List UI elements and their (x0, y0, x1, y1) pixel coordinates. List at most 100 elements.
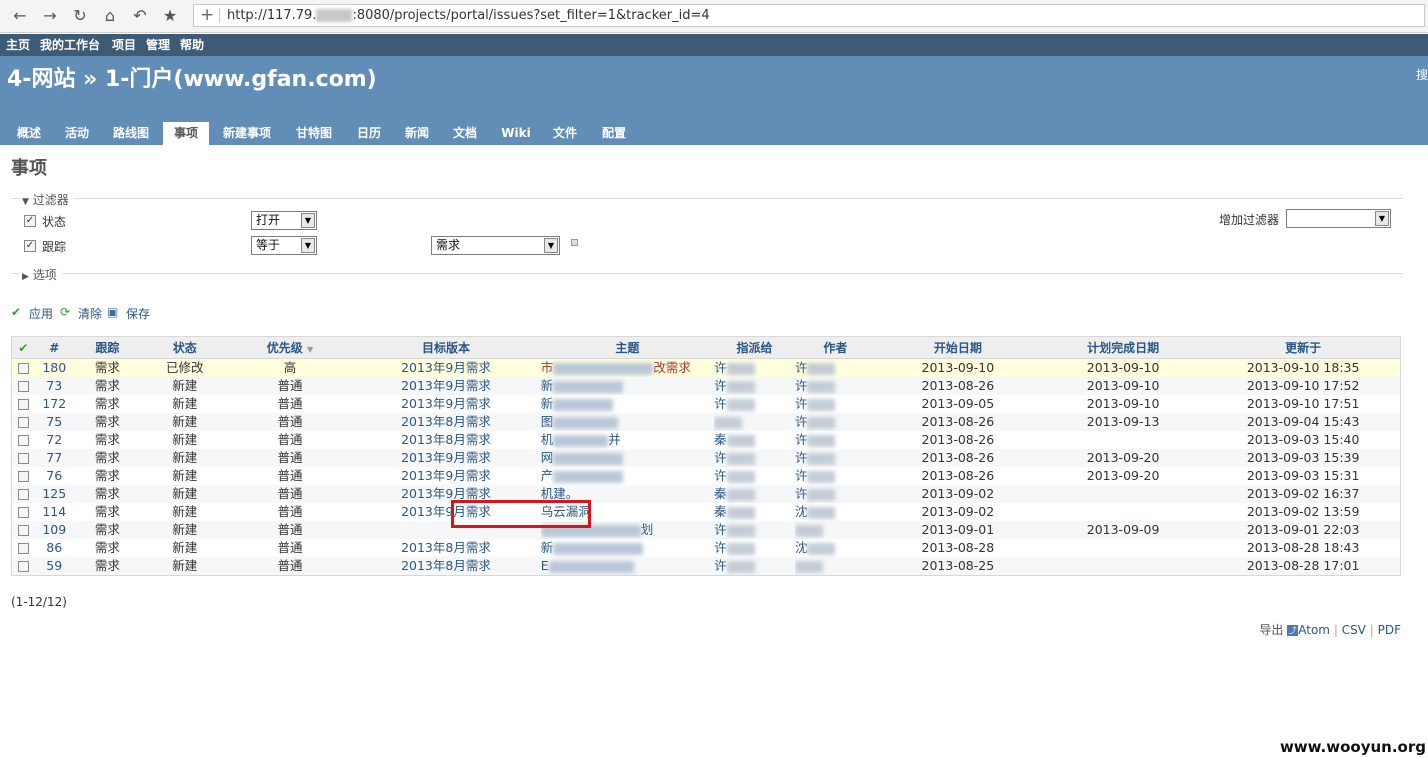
assignee-cell[interactable]: 许 (714, 449, 795, 467)
column-header-subject[interactable]: 主题 (540, 336, 715, 359)
author-cell[interactable]: 许 (794, 449, 876, 467)
reload-icon[interactable]: ↻ (70, 6, 90, 26)
filters-legend[interactable]: ▼ 过滤器 (22, 191, 69, 208)
issue-id-cell[interactable]: 73 (34, 377, 74, 395)
column-header-priority[interactable]: 优先级 ▼ (228, 336, 352, 359)
tracker-value-select[interactable]: 需求 ▼ (431, 236, 560, 255)
assignee-name[interactable]: 许 (714, 522, 727, 537)
add-filter-select[interactable]: ▼ (1286, 209, 1391, 228)
table-row[interactable]: 72 需求 新建 普通 2013年8月需求机并秦许 2013-08-26 2013-09-0… (11, 431, 1401, 449)
version-link[interactable]: 2013年9月需求 (401, 468, 491, 483)
author-name[interactable]: 许 (795, 396, 808, 411)
assignee-name[interactable]: 许 (714, 540, 727, 555)
row-checkbox-box[interactable] (17, 399, 29, 410)
table-row[interactable]: 125 需求 新建 普通 2013年9月需求 机建。 秦 许 2013-09-02 2013-09… (11, 485, 1401, 503)
table-row[interactable]: 172 需求 新建 普通 2013年9月需求新许许 2013-09-05 2013-09-1… (11, 395, 1401, 413)
subject-text-start[interactable]: 网 (541, 450, 554, 465)
column-header-target-version[interactable]: 目标版本 (351, 336, 541, 359)
table-row[interactable]: 77 需求 新建 普通 2013年9月需求 网 许 许 2013-08-26 2013-09-20… (11, 449, 1401, 467)
subject-cell[interactable]: 网 (540, 449, 715, 467)
row-checkbox[interactable] (11, 485, 35, 503)
subject-cell[interactable]: 市 改需求 (540, 358, 715, 377)
version-cell[interactable]: 2013年8月需求 (351, 557, 541, 576)
row-checkbox-box[interactable] (17, 471, 29, 482)
menu-my-page[interactable]: 我的工作台 (40, 34, 100, 56)
subject-text-start[interactable]: E (541, 558, 549, 573)
options-legend[interactable]: ▶ 选项 (22, 266, 57, 283)
assignee-name[interactable]: 许 (714, 450, 727, 465)
tab-calendar[interactable]: 日历 (352, 122, 386, 145)
issue-id-cell[interactable]: 180 (34, 358, 74, 377)
assignee-cell[interactable] (714, 413, 795, 431)
save-link[interactable]: 保存 (126, 305, 150, 322)
export-atom-link[interactable]: Atom (1298, 623, 1330, 637)
author-cell[interactable]: 许 (794, 413, 876, 431)
row-checkbox-box[interactable] (17, 543, 29, 554)
save-disk-icon[interactable]: ▣ (107, 305, 118, 319)
author-cell[interactable]: 许 (794, 395, 876, 413)
assignee-name[interactable]: 秦 (714, 504, 727, 519)
menu-home[interactable]: 主页 (6, 34, 30, 56)
tab-documents[interactable]: 文档 (448, 122, 482, 145)
issue-id-cell[interactable]: 125 (34, 485, 74, 503)
subject-text-end[interactable]: 划 (641, 522, 654, 537)
row-checkbox[interactable] (11, 395, 35, 413)
row-checkbox[interactable] (11, 521, 35, 539)
row-checkbox-box[interactable] (17, 507, 29, 518)
author-cell[interactable] (794, 557, 876, 576)
subject-text-start[interactable]: 机 (541, 486, 554, 501)
issue-id-link[interactable]: 114 (42, 504, 66, 519)
version-cell[interactable]: 2013年8月需求 (351, 431, 541, 449)
version-cell[interactable]: 2013年9月需求 (351, 358, 541, 377)
row-checkbox-box[interactable] (17, 435, 29, 446)
column-header-id[interactable]: # (34, 336, 74, 359)
version-cell[interactable]: 2013年8月需求 (351, 413, 541, 431)
menu-help[interactable]: 帮助 (180, 34, 204, 56)
issue-id-cell[interactable]: 86 (34, 539, 74, 557)
issue-id-link[interactable]: 72 (46, 432, 62, 447)
tab-roadmap[interactable]: 路线图 (108, 122, 154, 145)
row-checkbox-box[interactable] (17, 453, 29, 464)
author-cell[interactable]: 许 (794, 358, 876, 377)
version-cell[interactable]: 2013年9月需求 (351, 377, 541, 395)
subject-cell[interactable]: E (540, 557, 715, 576)
column-header-due-date[interactable]: 计划完成日期 (1039, 336, 1207, 359)
version-link[interactable]: 2013年9月需求 (401, 378, 491, 393)
subject-cell[interactable]: 产 (540, 467, 715, 485)
issue-id-link[interactable]: 73 (46, 378, 62, 393)
row-checkbox[interactable] (11, 413, 35, 431)
assignee-name[interactable]: 许 (714, 360, 727, 375)
assignee-name[interactable]: 许 (714, 396, 727, 411)
version-cell[interactable]: 2013年9月需求 (351, 395, 541, 413)
issue-id-link[interactable]: 76 (46, 468, 62, 483)
back-icon[interactable]: ← (10, 6, 30, 26)
assignee-cell[interactable]: 许 (714, 395, 795, 413)
version-link[interactable]: 2013年8月需求 (401, 540, 491, 555)
version-link[interactable]: 2013年9月需求 (401, 396, 491, 411)
row-checkbox-box[interactable] (17, 417, 29, 428)
column-header-author[interactable]: 作者 (794, 336, 876, 359)
issue-id-link[interactable]: 77 (46, 450, 62, 465)
tab-files[interactable]: 文件 (548, 122, 582, 145)
column-header-tracker[interactable]: 跟踪 (73, 336, 141, 359)
version-cell[interactable]: 2013年8月需求 (351, 539, 541, 557)
issue-id-link[interactable]: 86 (46, 540, 62, 555)
version-link[interactable]: 2013年9月需求 (401, 450, 491, 465)
subject-text-start[interactable]: 图 (541, 414, 554, 429)
row-checkbox-box[interactable] (17, 525, 29, 536)
issue-id-cell[interactable]: 114 (34, 503, 74, 521)
subject-text-start[interactable]: 产 (541, 468, 554, 483)
multi-select-toggle-icon[interactable] (571, 239, 578, 246)
version-cell[interactable]: 2013年9月需求 (351, 449, 541, 467)
issue-id-cell[interactable]: 75 (34, 413, 74, 431)
home-icon[interactable]: ⌂ (100, 6, 120, 26)
author-cell[interactable] (794, 521, 876, 539)
export-pdf-link[interactable]: PDF (1378, 623, 1401, 637)
forward-icon[interactable]: → (40, 6, 60, 26)
author-cell[interactable]: 许 (794, 377, 876, 395)
table-row[interactable]: 73 需求 新建 普通 2013年9月需求新许许 2013-08-26 2013-09-10… (11, 377, 1401, 395)
table-row[interactable]: 75 需求 新建 普通 2013年8月需求 图 许 2013-08-26 2013-09-13 2… (11, 413, 1401, 431)
tab-issues[interactable]: 事项 (163, 122, 209, 145)
subject-text-end[interactable]: 改需求 (653, 360, 691, 375)
tab-settings[interactable]: 配置 (597, 122, 631, 145)
